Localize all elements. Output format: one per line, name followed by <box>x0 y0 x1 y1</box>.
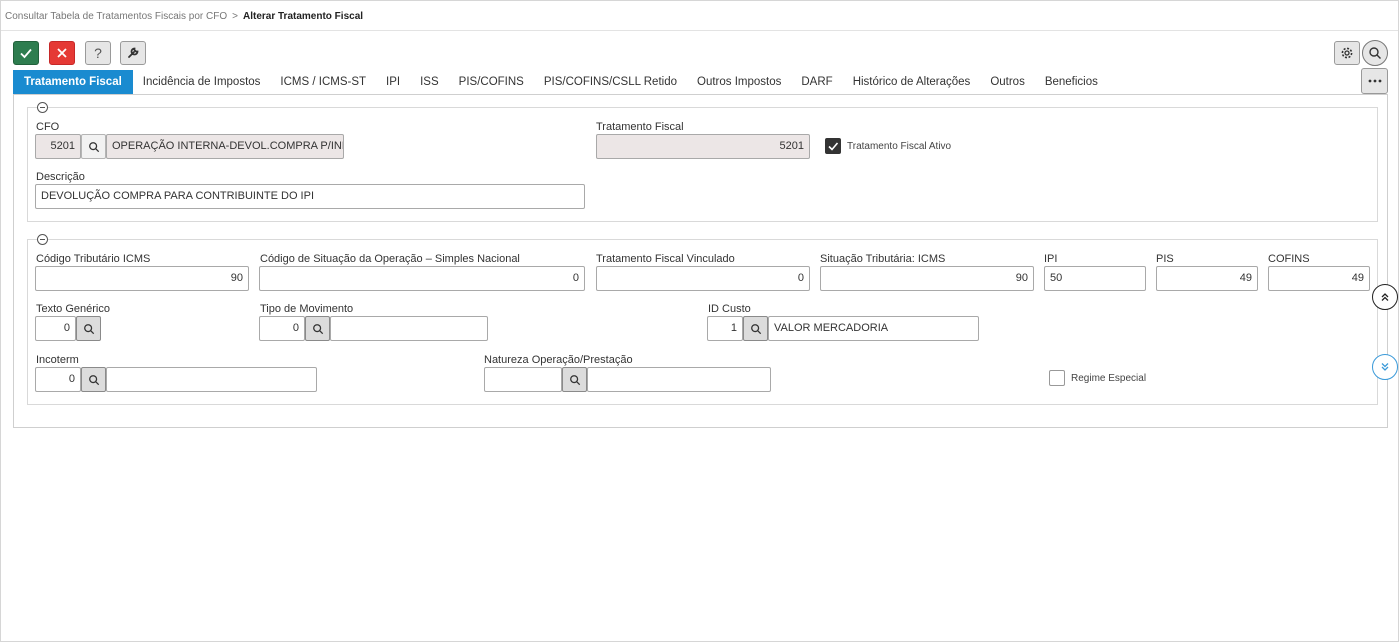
codigo-tributario-icms-field[interactable]: 90 <box>35 266 249 291</box>
incoterm-field[interactable]: 0 <box>35 367 81 392</box>
regime-especial-checkbox[interactable] <box>1049 370 1065 386</box>
search-icon <box>1369 47 1381 59</box>
tab-darf[interactable]: DARF <box>791 70 842 95</box>
search-icon <box>88 374 99 385</box>
chevrons-up-icon <box>1381 293 1389 301</box>
settings-button[interactable] <box>1334 41 1360 65</box>
id-custo-lookup-button[interactable] <box>743 316 768 341</box>
texto-generico-label: Texto Genérico <box>36 303 110 315</box>
csosn-label: Código de Situação da Operação – Simples… <box>260 253 520 265</box>
tratamento-ativo-checkbox[interactable] <box>825 138 841 154</box>
check-icon <box>20 48 32 59</box>
gear-icon <box>1341 47 1353 59</box>
pis-label: PIS <box>1156 253 1174 265</box>
ipi-label: IPI <box>1044 253 1058 265</box>
search-icon <box>569 374 580 385</box>
cfo-description-field[interactable]: OPERAÇÃO INTERNA-DEVOL.COMPRA P/INDUS <box>106 134 344 159</box>
pis-field[interactable]: 49 <box>1156 266 1258 291</box>
tab-icms-st[interactable]: ICMS / ICMS-ST <box>270 70 376 95</box>
chevrons-down-icon <box>1381 363 1389 371</box>
tipo-movimento-description-field[interactable] <box>330 316 488 341</box>
tratamento-fiscal-field[interactable]: 5201 <box>596 134 810 159</box>
search-icon <box>312 323 323 334</box>
tab-pis-cofins[interactable]: PIS/COFINS <box>449 70 534 95</box>
tab-tratamento-fiscal[interactable]: Tratamento Fiscal <box>13 70 133 95</box>
natureza-label: Natureza Operação/Prestação <box>484 354 633 366</box>
tratamento-fiscal-label: Tratamento Fiscal <box>596 121 684 133</box>
tf-vinculado-label: Tratamento Fiscal Vinculado <box>596 253 735 265</box>
header-divider <box>1 30 1398 31</box>
tab-outros[interactable]: Outros <box>980 70 1035 95</box>
tipo-movimento-label: Tipo de Movimento <box>260 303 354 315</box>
scroll-up-button[interactable] <box>1372 284 1398 310</box>
cfo-code-field[interactable]: 5201 <box>35 134 81 159</box>
confirm-button[interactable] <box>13 41 39 65</box>
id-custo-field[interactable]: 1 <box>707 316 743 341</box>
incoterm-label: Incoterm <box>36 354 79 366</box>
id-custo-description-field[interactable]: VALOR MERCADORIA <box>768 316 979 341</box>
descricao-field[interactable]: DEVOLUÇÃO COMPRA PARA CONTRIBUINTE DO IP… <box>35 184 585 209</box>
codigo-tributario-icms-label: Código Tributário ICMS <box>36 253 151 265</box>
cancel-button[interactable] <box>49 41 75 65</box>
help-button[interactable]: ? <box>85 41 111 65</box>
tab-beneficios[interactable]: Beneficios <box>1035 70 1108 95</box>
global-search-button[interactable] <box>1362 40 1388 66</box>
tab-incidencia-impostos[interactable]: Incidência de Impostos <box>133 70 271 95</box>
cfo-label: CFO <box>36 121 60 133</box>
natureza-field[interactable] <box>484 367 562 392</box>
collapse-icon[interactable] <box>37 234 48 245</box>
scroll-down-button[interactable] <box>1372 354 1398 380</box>
tab-iss[interactable]: ISS <box>410 70 449 95</box>
collapse-icon[interactable] <box>37 102 48 113</box>
breadcrumb-parent[interactable]: Consultar Tabela de Tratamentos Fiscais … <box>5 11 227 22</box>
incoterm-description-field[interactable] <box>106 367 317 392</box>
descricao-label: Descrição <box>36 171 85 183</box>
close-icon <box>57 48 67 58</box>
tab-ipi[interactable]: IPI <box>376 70 410 95</box>
tipo-movimento-field[interactable]: 0 <box>259 316 305 341</box>
id-custo-label: ID Custo <box>708 303 751 315</box>
tf-vinculado-field[interactable]: 0 <box>596 266 810 291</box>
natureza-lookup-button[interactable] <box>562 367 587 392</box>
breadcrumb: Consultar Tabela de Tratamentos Fiscais … <box>5 11 363 22</box>
natureza-description-field[interactable] <box>587 367 771 392</box>
incoterm-lookup-button[interactable] <box>81 367 106 392</box>
tab-bar: Tratamento Fiscal Incidência de Impostos… <box>13 70 1108 95</box>
cofins-field[interactable]: 49 <box>1268 266 1370 291</box>
search-icon <box>750 323 761 334</box>
cofins-label: COFINS <box>1268 253 1310 265</box>
check-icon <box>828 142 839 151</box>
more-icon <box>1368 79 1381 83</box>
tab-pis-cofins-csll-retido[interactable]: PIS/COFINS/CSLL Retido <box>534 70 687 95</box>
tipo-movimento-lookup-button[interactable] <box>305 316 330 341</box>
tab-historico[interactable]: Histórico de Alterações <box>843 70 981 95</box>
tratamento-ativo-label: Tratamento Fiscal Ativo <box>847 141 952 152</box>
tools-button[interactable] <box>120 41 146 65</box>
regime-especial-label: Regime Especial <box>1071 373 1147 384</box>
breadcrumb-current: Alterar Tratamento Fiscal <box>242 11 364 22</box>
help-icon: ? <box>94 45 102 61</box>
breadcrumb-separator: > <box>232 11 238 22</box>
ipi-field[interactable]: 50 <box>1044 266 1146 291</box>
tab-outros-impostos[interactable]: Outros Impostos <box>687 70 791 95</box>
search-icon <box>88 141 99 152</box>
situacao-icms-field[interactable]: 90 <box>820 266 1034 291</box>
situacao-icms-label: Situação Tributária: ICMS <box>820 253 946 265</box>
wrench-icon <box>128 47 139 58</box>
csosn-field[interactable]: 0 <box>259 266 585 291</box>
cfo-lookup-button[interactable] <box>81 134 106 159</box>
more-tabs-button[interactable] <box>1361 68 1388 94</box>
texto-generico-lookup-button[interactable] <box>76 316 101 341</box>
search-icon <box>83 323 94 334</box>
texto-generico-field[interactable]: 0 <box>35 316 76 341</box>
